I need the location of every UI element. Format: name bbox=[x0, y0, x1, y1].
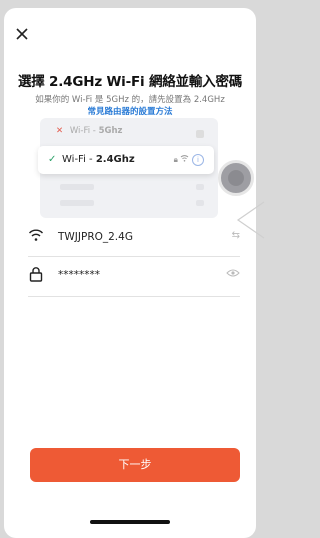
subtitle: 如果你的 Wi-Fi 是 5GHz 的，請先設置為 2.4GHz 常見路由器的設… bbox=[4, 94, 256, 118]
password-value: ******** bbox=[58, 269, 100, 281]
wifi-24ghz-card: ✓ Wi-Fi - 2.4Ghz 🔒︎ i bbox=[38, 146, 214, 174]
page-title: 選擇 2.4GHz Wi-Fi 網絡並輸入密碼 bbox=[17, 74, 243, 90]
placeholder-square bbox=[196, 184, 204, 190]
ssid-value: TWJJPRO_2.4G bbox=[58, 231, 133, 243]
placeholder-square bbox=[196, 200, 204, 206]
wifi-5ghz-band: 5Ghz bbox=[98, 126, 123, 136]
switch-network-icon[interactable]: ⇆ bbox=[232, 230, 240, 241]
wifi-icon bbox=[28, 228, 44, 245]
placeholder-bar bbox=[60, 200, 94, 206]
placeholder-bar bbox=[60, 184, 94, 190]
pointer-arrow-icon bbox=[236, 200, 266, 240]
wifi-5ghz-row: ✕ Wi-Fi - 5Ghz bbox=[56, 126, 216, 142]
lock-icon bbox=[28, 266, 44, 285]
divider bbox=[28, 256, 240, 257]
subtitle-text: 如果你的 Wi-Fi 是 5GHz 的，請先設置為 2.4GHz bbox=[35, 95, 225, 105]
assistive-touch-bubble[interactable] bbox=[218, 160, 254, 196]
home-indicator bbox=[90, 520, 170, 524]
wifi-24ghz-prefix: Wi-Fi - bbox=[62, 154, 96, 165]
divider bbox=[28, 296, 240, 297]
wifi-signal-icon bbox=[180, 155, 192, 164]
lock-icon: 🔒︎ bbox=[173, 155, 178, 164]
password-field[interactable]: ******** bbox=[28, 266, 240, 286]
close-icon[interactable] bbox=[14, 26, 30, 42]
info-icon: i bbox=[192, 154, 204, 166]
ssid-field[interactable]: TWJJPRO_2.4G ⇆ bbox=[28, 228, 240, 248]
wifi-status-icons: 🔒︎ i bbox=[174, 154, 204, 166]
wifi-24ghz-band: 2.4Ghz bbox=[95, 154, 135, 165]
wifi-24ghz-label: Wi-Fi - 2.4Ghz bbox=[62, 154, 135, 165]
wifi-5ghz-prefix: Wi-Fi - bbox=[69, 126, 99, 136]
cross-icon: ✕ bbox=[56, 126, 64, 136]
eye-icon[interactable] bbox=[226, 268, 240, 281]
next-button[interactable]: 下一步 bbox=[30, 448, 240, 482]
placeholder-square bbox=[196, 130, 204, 138]
router-settings-link[interactable]: 常見路由器的設置方法 bbox=[4, 106, 256, 118]
check-icon: ✓ bbox=[48, 154, 57, 165]
